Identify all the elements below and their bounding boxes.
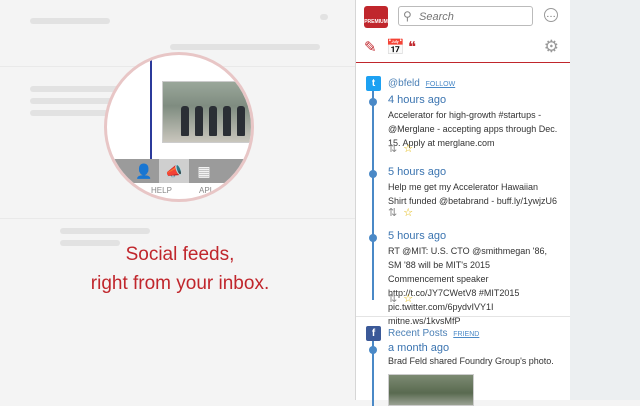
quote-bubble-icon[interactable]: ❝ bbox=[408, 38, 416, 56]
window-margin bbox=[570, 0, 640, 400]
search-box[interactable]: ⚲ bbox=[398, 6, 533, 26]
post-text: Accelerator for high-growth #startups - … bbox=[388, 110, 558, 148]
post-photo[interactable] bbox=[388, 374, 474, 406]
search-icon: ⚲ bbox=[403, 9, 412, 23]
user-icon[interactable]: 👤 bbox=[129, 159, 159, 183]
gear-icon[interactable]: ⚙ bbox=[544, 37, 559, 57]
twitter-account[interactable]: @bfeld FOLLOW bbox=[388, 78, 455, 89]
help-label: HELP bbox=[151, 186, 172, 195]
star-icon[interactable]: ☆ bbox=[403, 143, 413, 155]
retweet-icon[interactable]: ⇅ bbox=[388, 143, 397, 155]
api-label: API bbox=[199, 186, 212, 195]
twitter-icon: t bbox=[366, 76, 381, 91]
follow-link[interactable]: FOLLOW bbox=[426, 81, 456, 88]
highlight-line bbox=[150, 55, 152, 160]
retweet-icon[interactable]: ⇅ bbox=[388, 207, 397, 219]
megaphone-icon[interactable]: 📣 bbox=[159, 159, 189, 183]
post-text: Brad Feld shared Foundry Group's photo. bbox=[388, 356, 554, 366]
friend-link[interactable]: FRIEND bbox=[453, 331, 479, 338]
star-icon[interactable]: ☆ bbox=[403, 293, 413, 305]
facebook-account-name[interactable]: Recent Posts bbox=[388, 328, 447, 339]
post-dot bbox=[369, 234, 377, 242]
post-dot bbox=[369, 98, 377, 106]
search-input[interactable] bbox=[417, 8, 531, 26]
post-time[interactable]: a month ago bbox=[388, 342, 449, 354]
post-actions: ⇅ ☆ bbox=[388, 142, 413, 155]
star-icon[interactable]: ☆ bbox=[403, 207, 413, 219]
post-actions: ⇅ ☆ bbox=[388, 206, 413, 219]
calendar-icon[interactable]: 📅 bbox=[386, 38, 405, 56]
post-time[interactable]: 5 hours ago bbox=[388, 166, 446, 178]
twitter-timeline bbox=[372, 84, 374, 300]
post-actions: ⇅ ☆ bbox=[388, 292, 413, 305]
building-icon[interactable]: ▦ bbox=[189, 159, 219, 183]
app-logo[interactable]: PREMIUM bbox=[364, 6, 388, 28]
feed-divider bbox=[356, 316, 571, 317]
tagline-line-2: right from your inbox. bbox=[90, 273, 270, 294]
post-time[interactable]: 5 hours ago bbox=[388, 230, 446, 242]
pencil-icon[interactable]: ✎ bbox=[364, 38, 377, 56]
facebook-account[interactable]: Recent Posts FRIEND bbox=[388, 328, 479, 339]
post-dot bbox=[369, 346, 377, 354]
post-text: Help me get my Accelerator Hawaiian Shir… bbox=[388, 182, 558, 206]
more-menu-button[interactable]: … bbox=[544, 8, 558, 22]
retweet-icon[interactable]: ⇅ bbox=[388, 293, 397, 305]
tagline-line-1: Social feeds, bbox=[125, 244, 235, 265]
post-dot bbox=[369, 170, 377, 178]
facebook-icon: f bbox=[366, 326, 381, 341]
tagline: Social feeds, right from your inbox. bbox=[70, 240, 290, 298]
twitter-account-name[interactable]: @bfeld bbox=[388, 78, 420, 89]
sidebar-topbar: PREMIUM ⚲ … bbox=[356, 0, 571, 34]
post-time[interactable]: 4 hours ago bbox=[388, 94, 446, 106]
magnifier-circle: 👤 📣 ▦ HELP API bbox=[104, 52, 254, 202]
sidebar-toolbar: ✎ 📅 ❝ ⚙ bbox=[356, 34, 571, 63]
preview-photo bbox=[162, 81, 251, 143]
social-sidebar: PREMIUM ⚲ … ✎ 📅 ❝ ⚙ t @bfeld FOLLOW 4 ho… bbox=[355, 0, 571, 406]
